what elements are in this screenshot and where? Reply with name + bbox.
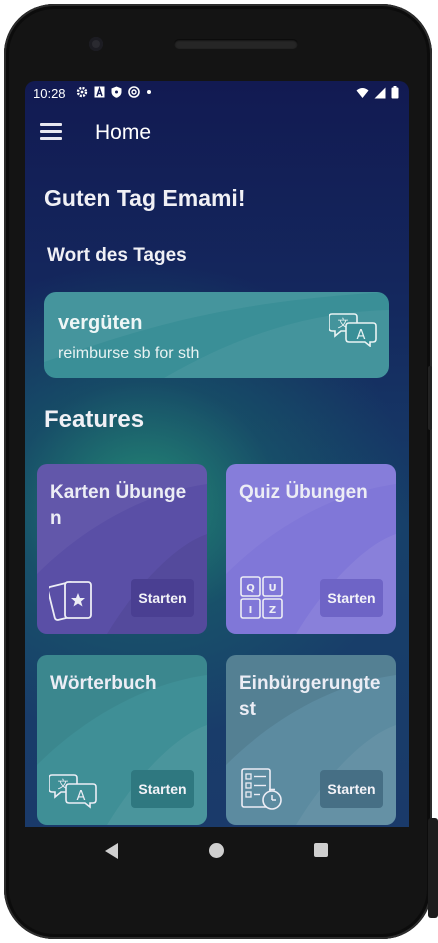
status-time: 10:28: [33, 85, 66, 101]
word-of-the-day-translation: reimburse sb for sth: [58, 345, 200, 362]
quiz-icon: Q U I Z: [238, 574, 286, 622]
app-screen: 10:28 Home Guten Tag Emami! Wort des Tag…: [25, 81, 409, 827]
signal-icon: [374, 87, 386, 102]
vpn-icon: [127, 86, 140, 100]
feature-card-quiz-uebungen[interactable]: Quiz Übungen Q U I Z Starten: [226, 464, 396, 634]
quiz-letter: Q: [246, 583, 255, 594]
start-button[interactable]: Starten: [131, 579, 194, 617]
word-of-the-day-card[interactable]: vergüten reimburse sb for sth 文 A: [44, 292, 389, 378]
shield-icon: [111, 86, 122, 100]
checklist-timer-icon: [238, 765, 286, 813]
word-of-the-day-word: vergüten: [58, 312, 143, 334]
home-icon[interactable]: [209, 843, 224, 858]
quiz-letter: Z: [269, 605, 276, 616]
feature-title: Quiz Übungen: [239, 482, 368, 503]
feature-card-karten-uebungen[interactable]: Karten Übungen Starten: [37, 464, 207, 634]
translate-icon: 文 A: [328, 311, 377, 348]
flashcards-icon: [47, 574, 97, 622]
quiz-letter: I: [249, 605, 253, 616]
greeting-text: Guten Tag Emami!: [44, 185, 246, 211]
start-button[interactable]: Starten: [320, 579, 383, 617]
word-of-the-day-heading: Wort des Tages: [47, 245, 187, 266]
feature-title: Karten Übungen: [50, 482, 187, 529]
svg-text:A: A: [77, 789, 86, 804]
front-camera: [89, 37, 103, 51]
side-button[interactable]: [428, 366, 432, 430]
earpiece-speaker: [174, 39, 298, 49]
feature-title: Wörterbuch: [50, 673, 157, 694]
system-navigation-bar: [25, 827, 409, 873]
feature-card-einbuergerungtest[interactable]: Einbürgerungtest Starten: [226, 655, 396, 825]
font-a-icon: [94, 86, 105, 100]
hamburger-menu-icon[interactable]: [40, 123, 64, 143]
dot-icon: [146, 86, 152, 100]
battery-icon: [391, 86, 399, 102]
back-icon[interactable]: [105, 843, 118, 859]
quiz-letter: U: [268, 583, 276, 594]
start-button[interactable]: Starten: [320, 770, 383, 808]
features-heading: Features: [44, 406, 145, 433]
wifi-icon: [356, 87, 369, 102]
recents-icon[interactable]: [314, 843, 328, 857]
app-bar: Home: [25, 105, 409, 161]
emulator-side-panel: [428, 818, 438, 918]
translate-icon: 文 A: [48, 765, 97, 813]
feature-card-woerterbuch[interactable]: Wörterbuch 文 A Starten: [37, 655, 207, 825]
page-title: Home: [95, 121, 152, 144]
gear-icon: [76, 86, 88, 100]
svg-text:A: A: [357, 328, 366, 343]
status-bar: 10:28: [25, 81, 409, 105]
feature-title: Einbürgerungtest: [239, 673, 381, 720]
start-button[interactable]: Starten: [131, 770, 194, 808]
